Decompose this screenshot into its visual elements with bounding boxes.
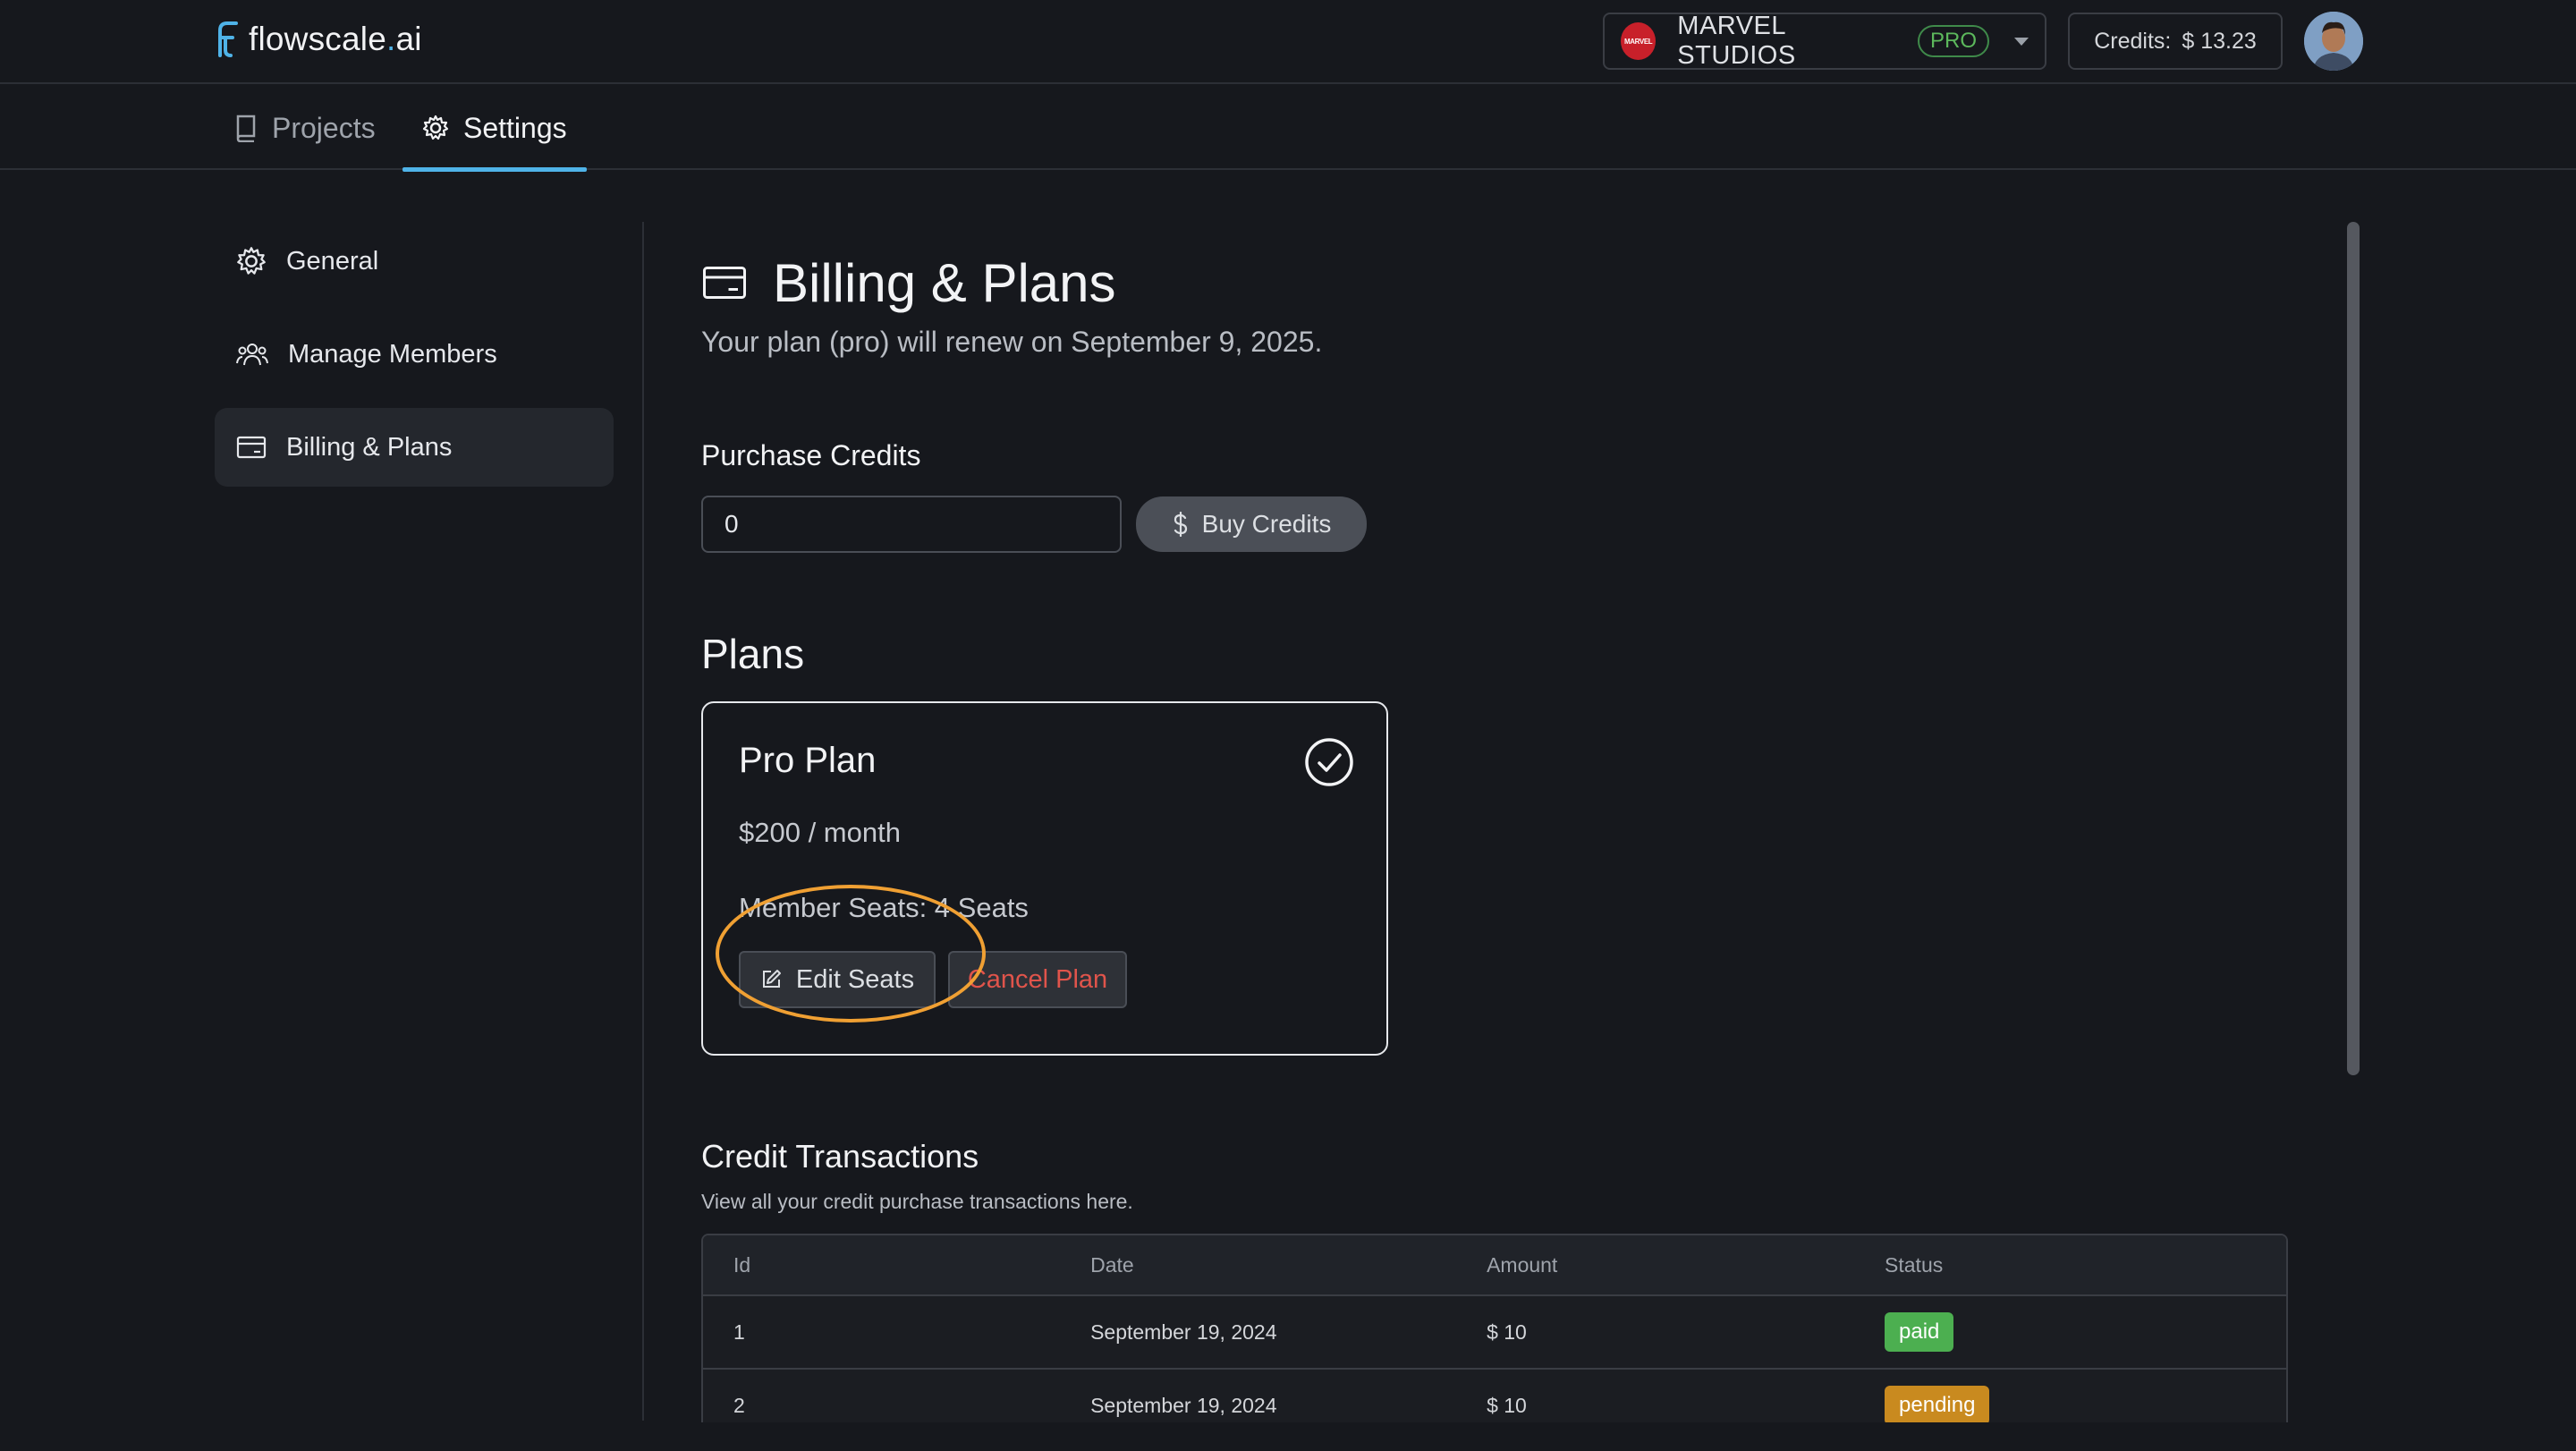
page-heading: Billing & Plans [773, 252, 1116, 313]
check-circle-icon [1305, 738, 1353, 786]
status-badge: pending [1885, 1386, 1990, 1425]
cell-status: paid [1885, 1312, 2286, 1352]
sidebar-item-label: Billing & Plans [286, 432, 453, 462]
viewport-edge [0, 1422, 2576, 1451]
plan-price: $200 / month [739, 817, 901, 848]
tab-projects[interactable]: Projects [234, 86, 376, 170]
credit-amount-input[interactable] [701, 496, 1122, 553]
organization-selector[interactable]: MARVEL MARVEL STUDIOS PRO [1603, 12, 2046, 70]
plan-actions: Edit Seats Cancel Plan [716, 885, 1351, 1022]
tab-settings[interactable]: Settings [402, 86, 587, 172]
edit-seats-button[interactable]: Edit Seats [739, 951, 936, 1008]
user-avatar[interactable] [2304, 12, 2363, 71]
credits-value: $ 13.23 [2182, 28, 2257, 54]
users-icon [236, 344, 268, 366]
credit-card-icon [236, 436, 267, 459]
status-badge: paid [1885, 1312, 1954, 1352]
sidebar-item-manage-members[interactable]: Manage Members [215, 315, 614, 394]
logo[interactable]: flowscale.ai [213, 20, 422, 59]
column-header: Status [1885, 1252, 1944, 1277]
column-header: Id [733, 1252, 751, 1277]
purchase-credits-label: Purchase Credits [701, 439, 921, 471]
tab-label: Projects [272, 111, 376, 144]
plans-heading: Plans [701, 631, 805, 677]
credits-label: Credits: [2094, 28, 2172, 54]
plan-name: Pro Plan [739, 741, 877, 780]
table-row: 1 September 19, 2024 $ 10 paid [703, 1296, 2286, 1370]
column-header: Amount [1487, 1252, 1558, 1277]
cell-date: September 19, 2024 [1090, 1319, 1277, 1344]
sidebar-item-general[interactable]: General [215, 222, 614, 301]
credit-transactions-heading: Credit Transactions [701, 1138, 979, 1175]
flowscale-logo-icon [218, 21, 238, 57]
column-header: Date [1090, 1252, 1134, 1277]
chevron-down-icon [2014, 37, 2029, 46]
plan-badge: PRO [1917, 25, 1989, 57]
logo-text: flowscale.ai [249, 21, 422, 57]
tab-label: Settings [463, 111, 567, 144]
cancel-plan-button[interactable]: Cancel Plan [948, 951, 1127, 1008]
table-header: Id Date Amount Status [703, 1235, 2286, 1296]
pro-plan-card: Pro Plan $200 / month Member Seats: 4 Se… [701, 701, 1388, 1056]
tab-bar: Projects Settings [0, 86, 2576, 172]
plan-seats: Member Seats: 4 Seats [739, 892, 1029, 923]
transactions-table: Id Date Amount Status 1 September 19, 20… [701, 1234, 2288, 1445]
sidebar-item-label: Manage Members [288, 339, 497, 369]
buy-credits-label: Buy Credits [1201, 510, 1332, 538]
gear-icon [237, 247, 266, 275]
edit-seats-label: Edit Seats [795, 964, 915, 994]
renewal-notice: Your plan (pro) will renew on September … [701, 326, 1323, 358]
sidebar-divider [642, 222, 644, 1421]
credit-transactions-description: View all your credit purchase transactio… [701, 1190, 1133, 1213]
top-bar: flowscale.ai MARVEL MARVEL STUDIOS PRO C… [0, 0, 2576, 84]
cell-status: pending [1885, 1386, 2286, 1425]
cell-amount: $ 10 [1487, 1393, 1527, 1417]
org-name: MARVEL STUDIOS [1677, 12, 1796, 70]
buy-credits-button[interactable]: Buy Credits [1136, 496, 1367, 552]
cell-id: 2 [733, 1393, 745, 1417]
purchase-credits-row: Buy Credits [701, 496, 2293, 553]
cell-date: September 19, 2024 [1090, 1393, 1277, 1417]
gear-icon [422, 115, 449, 140]
sidebar-item-label: General [286, 246, 379, 276]
scrollbar[interactable] [2347, 222, 2360, 1075]
cell-id: 1 [733, 1319, 745, 1344]
credits-display: Credits: $ 13.23 [2068, 13, 2283, 70]
user-avatar-icon [2304, 12, 2363, 71]
dollar-icon [1174, 512, 1187, 537]
org-logo: MARVEL [1621, 22, 1657, 60]
cell-amount: $ 10 [1487, 1319, 1527, 1344]
credit-card-icon [703, 267, 746, 299]
edit-icon [762, 970, 781, 988]
settings-sidebar: General Manage Members Billing & Plans [215, 222, 614, 501]
book-icon [236, 115, 256, 142]
sidebar-item-billing-plans[interactable]: Billing & Plans [215, 408, 614, 487]
main-content: Billing & Plans Your plan (pro) will ren… [701, 222, 2293, 1445]
